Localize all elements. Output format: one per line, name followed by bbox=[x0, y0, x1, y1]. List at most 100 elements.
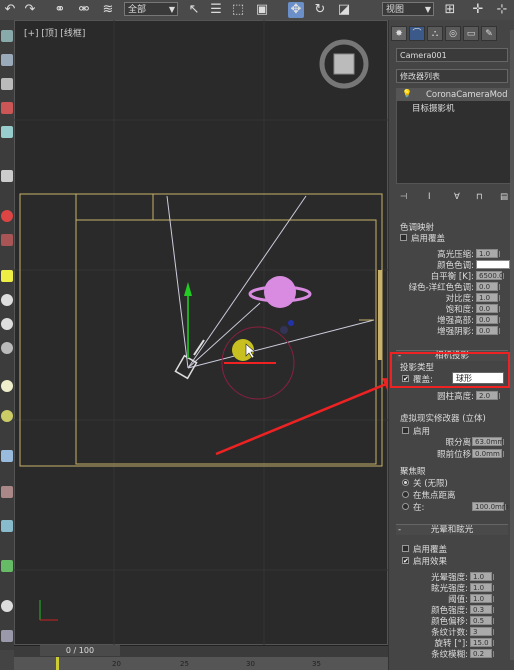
motion-icon[interactable]: ◎ bbox=[445, 26, 461, 41]
main-toolbar: ↶ ↷ ⚭ ⚮ ≋ 全部 ▼ ↖ ☰ ⬚ ▣ ✥ ↻ ◪ 视图 ▼ ⊞ ✛ ⊹ bbox=[0, 0, 514, 21]
tool-icon[interactable] bbox=[1, 78, 13, 90]
tool-icon[interactable] bbox=[1, 294, 13, 306]
green-magenta-spinner[interactable]: 0.0 bbox=[476, 282, 500, 291]
rotate-icon[interactable]: ↻ bbox=[312, 2, 328, 18]
object-name-field[interactable]: Camera001 bbox=[396, 48, 508, 62]
tool-icon[interactable] bbox=[1, 54, 13, 66]
vr-enable-checkbox[interactable] bbox=[402, 427, 409, 434]
move-icon[interactable]: ✥ bbox=[288, 2, 304, 18]
lightbulb-icon[interactable]: 💡 bbox=[402, 89, 412, 98]
utilities-icon[interactable]: ✎ bbox=[481, 26, 497, 41]
highlight-compress-spinner[interactable]: 1.0 bbox=[476, 249, 500, 258]
modify-icon[interactable]: ⌒ bbox=[409, 26, 425, 41]
bind-icon[interactable]: ≋ bbox=[100, 2, 116, 18]
tool-icon[interactable] bbox=[1, 210, 13, 222]
time-cursor[interactable] bbox=[56, 657, 59, 670]
bloom-row-label: 条纹模糊: bbox=[431, 650, 468, 660]
modifier-list-dropdown[interactable]: 修改器列表 bbox=[396, 69, 508, 83]
color-shift-spinner[interactable]: 0.5 bbox=[470, 616, 494, 625]
panel-scrollbar[interactable] bbox=[510, 30, 514, 660]
override-checkbox[interactable] bbox=[400, 234, 407, 241]
streak-count-spinner[interactable]: 3 bbox=[470, 627, 494, 636]
left-command-toolbar bbox=[0, 20, 14, 650]
reference-coord-dropdown[interactable]: 视图 ▼ bbox=[382, 2, 434, 16]
bloom-enable-label: 启用效果 bbox=[413, 557, 448, 567]
bloom-override-checkbox[interactable] bbox=[402, 545, 409, 552]
color-tint-swatch[interactable] bbox=[476, 260, 510, 269]
selection-filter-dropdown[interactable]: 全部 ▼ bbox=[124, 2, 178, 16]
tool-icon[interactable] bbox=[1, 342, 13, 354]
redo-icon[interactable]: ↷ bbox=[22, 2, 38, 18]
focus-title: 聚焦眼 bbox=[400, 467, 426, 477]
focus-distance-label: 在焦点距离 bbox=[413, 491, 456, 501]
track-bar[interactable] bbox=[14, 657, 388, 670]
boost-highlights-spinner[interactable]: 0.0 bbox=[476, 315, 500, 324]
show-end-icon[interactable]: Ⅰ bbox=[428, 192, 431, 202]
tool-icon[interactable] bbox=[1, 380, 13, 392]
eye-offset-spinner[interactable]: 0.0mm bbox=[472, 449, 504, 458]
tool-icon[interactable] bbox=[1, 30, 13, 42]
hierarchy-icon[interactable]: ⛬ bbox=[427, 26, 443, 41]
tick-label: 25 bbox=[180, 660, 189, 668]
focus-at-spinner[interactable]: 100.0mm bbox=[472, 502, 509, 511]
pan-icon[interactable]: ✛ bbox=[470, 2, 486, 18]
select-by-name-icon[interactable]: ☰ bbox=[208, 2, 224, 18]
link-icon[interactable]: ⚭ bbox=[52, 2, 68, 18]
glare-intensity-spinner[interactable]: 1.0 bbox=[470, 583, 494, 592]
focus-distance-radio[interactable] bbox=[402, 491, 409, 498]
rect-select-icon[interactable]: ⬚ bbox=[230, 2, 246, 18]
annotation-arrow bbox=[215, 381, 388, 456]
vr-title: 虚拟现实修改器 (立体) bbox=[400, 414, 486, 424]
scale-icon[interactable]: ◪ bbox=[336, 2, 352, 18]
cylinder-height-spinner[interactable]: 2.0 bbox=[476, 391, 500, 400]
make-unique-icon[interactable]: ∀ bbox=[454, 192, 460, 202]
remove-icon[interactable]: ⊓ bbox=[476, 192, 483, 202]
bloom-title: 光晕和眩光 bbox=[430, 525, 474, 535]
tool-icon[interactable] bbox=[1, 486, 13, 498]
camera-gizmo[interactable] bbox=[248, 276, 312, 334]
tool-icon[interactable] bbox=[1, 630, 13, 642]
saturation-spinner[interactable]: 0.0 bbox=[476, 304, 500, 313]
pin-icon[interactable]: ⊣ bbox=[400, 192, 407, 202]
stack-base-label[interactable]: 目标摄影机 bbox=[412, 102, 455, 114]
viewcube[interactable] bbox=[319, 39, 369, 89]
frame-counter[interactable]: 0 / 100 bbox=[40, 645, 120, 656]
display-icon[interactable]: ▭ bbox=[463, 26, 479, 41]
create-icon[interactable]: ✸ bbox=[391, 26, 407, 41]
tool-icon[interactable] bbox=[1, 600, 13, 612]
color-intensity-spinner[interactable]: 0.3 bbox=[470, 605, 494, 614]
highlight-box bbox=[390, 352, 510, 388]
bloom-intensity-spinner[interactable]: 1.0 bbox=[470, 572, 494, 581]
contrast-spinner[interactable]: 1.0 bbox=[476, 293, 500, 302]
configure-icon[interactable]: ▤ bbox=[500, 192, 508, 202]
tool-icon[interactable] bbox=[1, 520, 13, 532]
tool-icon[interactable] bbox=[1, 234, 13, 246]
tool-icon[interactable] bbox=[1, 410, 13, 422]
tool-icon[interactable] bbox=[1, 126, 13, 138]
streak-blur-spinner[interactable]: 0.2 bbox=[470, 649, 494, 658]
focus-off-radio[interactable] bbox=[402, 479, 409, 486]
eye-separation-spinner[interactable]: 63.0mm bbox=[472, 437, 504, 446]
eye-separation-label: 眼分离: bbox=[445, 438, 474, 448]
unlink-icon[interactable]: ⚮ bbox=[76, 2, 92, 18]
camera-object[interactable] bbox=[174, 339, 205, 380]
rotation-spinner[interactable]: 15.0 bbox=[470, 638, 494, 647]
tool-icon[interactable] bbox=[1, 270, 13, 282]
window-crossing-icon[interactable]: ▣ bbox=[254, 2, 270, 18]
white-balance-spinner[interactable]: 6500.0 bbox=[476, 271, 504, 280]
threshold-spinner[interactable]: 1.0 bbox=[470, 594, 494, 603]
focus-at-radio[interactable] bbox=[402, 503, 409, 510]
pivot-icon[interactable]: ⊞ bbox=[442, 2, 458, 18]
bloom-rollout-header[interactable]: - 光晕和眩光 bbox=[396, 524, 508, 535]
tool-icon[interactable] bbox=[1, 102, 13, 114]
bloom-enable-checkbox[interactable]: ✔ bbox=[402, 557, 409, 565]
boost-shadows-spinner[interactable]: 0.0 bbox=[476, 326, 500, 335]
chevron-down-icon: ▼ bbox=[168, 5, 175, 14]
tool-icon[interactable] bbox=[1, 170, 13, 182]
undo-icon[interactable]: ↶ bbox=[2, 2, 18, 18]
tool-icon[interactable] bbox=[1, 450, 13, 462]
snap-icon[interactable]: ⊹ bbox=[494, 2, 510, 18]
select-icon[interactable]: ↖ bbox=[186, 2, 202, 18]
tool-icon[interactable] bbox=[1, 560, 13, 572]
tool-icon[interactable] bbox=[1, 318, 13, 330]
